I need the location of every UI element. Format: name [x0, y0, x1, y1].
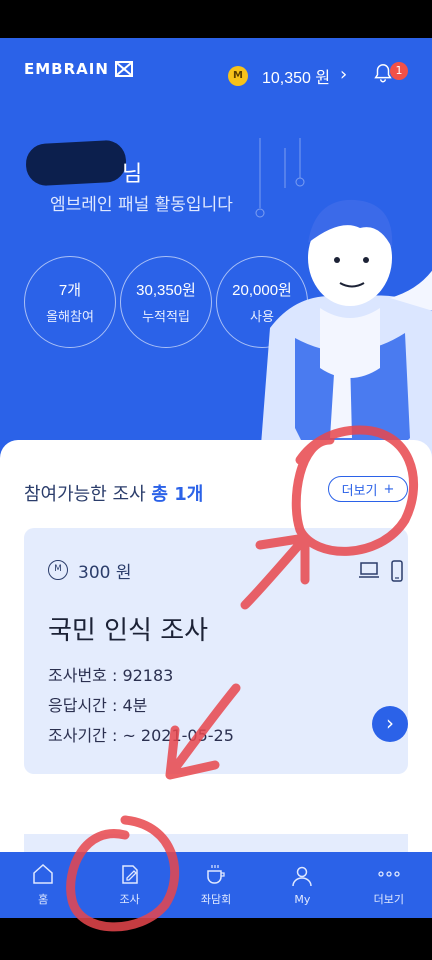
- coffee-icon: [207, 865, 225, 884]
- more-dots-icon: [378, 871, 400, 877]
- nav-my-label: My: [294, 892, 311, 906]
- nav-survey[interactable]: 조사: [86, 852, 172, 918]
- stat-accumulated: 30,350원 누적적립: [120, 256, 212, 348]
- survey-reward: 300 원: [78, 563, 132, 583]
- section-title: 참여가능한 조사 총 1개: [24, 480, 203, 506]
- nav-discussion-label: 좌담회: [200, 893, 232, 906]
- name-suffix: 님: [122, 162, 143, 187]
- survey-card[interactable]: M 300 원 국민 인식 조사 조사번호 : 92183 응답시간 : 4분 …: [24, 528, 408, 774]
- survey-number: 조사번호 : 92183: [48, 666, 174, 685]
- survey-title: 국민 인식 조사: [48, 616, 209, 646]
- hero-section: EMBRAIN M 10,350 원 › 1 님 엠브레인 패널 활동입니다 7…: [0, 38, 432, 458]
- plus-icon: +: [383, 481, 395, 497]
- character-illustration: [255, 138, 432, 458]
- system-bar: [0, 918, 432, 960]
- chevron-right-icon[interactable]: ›: [340, 64, 347, 85]
- mobile-icon: [391, 560, 403, 582]
- stat-label: 올해참여: [46, 310, 94, 325]
- survey-edit-icon: [121, 865, 138, 884]
- bottom-navigation: 홈 조사 좌담회 My 더보기: [0, 852, 432, 918]
- notification-badge: 1: [390, 62, 408, 80]
- more-button[interactable]: 더보기 +: [328, 476, 408, 502]
- nav-home[interactable]: 홈: [0, 852, 86, 918]
- section-count: 총 1개: [151, 484, 204, 505]
- stat-value: 30,350원: [136, 282, 196, 299]
- logo-mark-icon: [114, 61, 133, 77]
- more-button-label: 더보기: [341, 483, 378, 499]
- stat-participation: 7개 올해참여: [24, 256, 116, 348]
- go-survey-button[interactable]: ›: [372, 706, 408, 742]
- nav-more-label: 더보기: [373, 893, 405, 906]
- points-balance[interactable]: 10,350 원: [262, 64, 330, 88]
- survey-period: 조사기간 : ~ 2021-05-25: [48, 726, 234, 745]
- nav-home-label: 홈: [38, 893, 49, 906]
- coin-icon: M: [48, 560, 68, 580]
- device-icons: [358, 560, 404, 582]
- home-icon: [33, 863, 53, 884]
- greeting-text: 엠브레인 패널 활동입니다: [50, 195, 233, 215]
- survey-duration: 응답시간 : 4분: [48, 696, 148, 715]
- redacted-username: [24, 139, 128, 187]
- survey-section: 참여가능한 조사 총 1개 더보기 + M 300 원 국민 인식 조사 조사번…: [0, 440, 432, 864]
- logo-text: EMBRAIN: [24, 60, 109, 78]
- user-icon: [292, 866, 313, 886]
- embrain-logo: EMBRAIN: [24, 60, 133, 78]
- nav-my[interactable]: My: [259, 852, 345, 918]
- laptop-icon: [359, 562, 379, 578]
- nav-discussion[interactable]: 좌담회: [173, 852, 259, 918]
- coin-icon: M: [228, 66, 248, 86]
- stat-label: 누적적립: [142, 310, 190, 325]
- stat-value: 7개: [58, 282, 82, 299]
- nav-survey-label: 조사: [119, 893, 140, 906]
- section-title-text: 참여가능한 조사: [24, 484, 146, 505]
- status-bar: [0, 0, 432, 38]
- nav-more[interactable]: 더보기: [346, 852, 432, 918]
